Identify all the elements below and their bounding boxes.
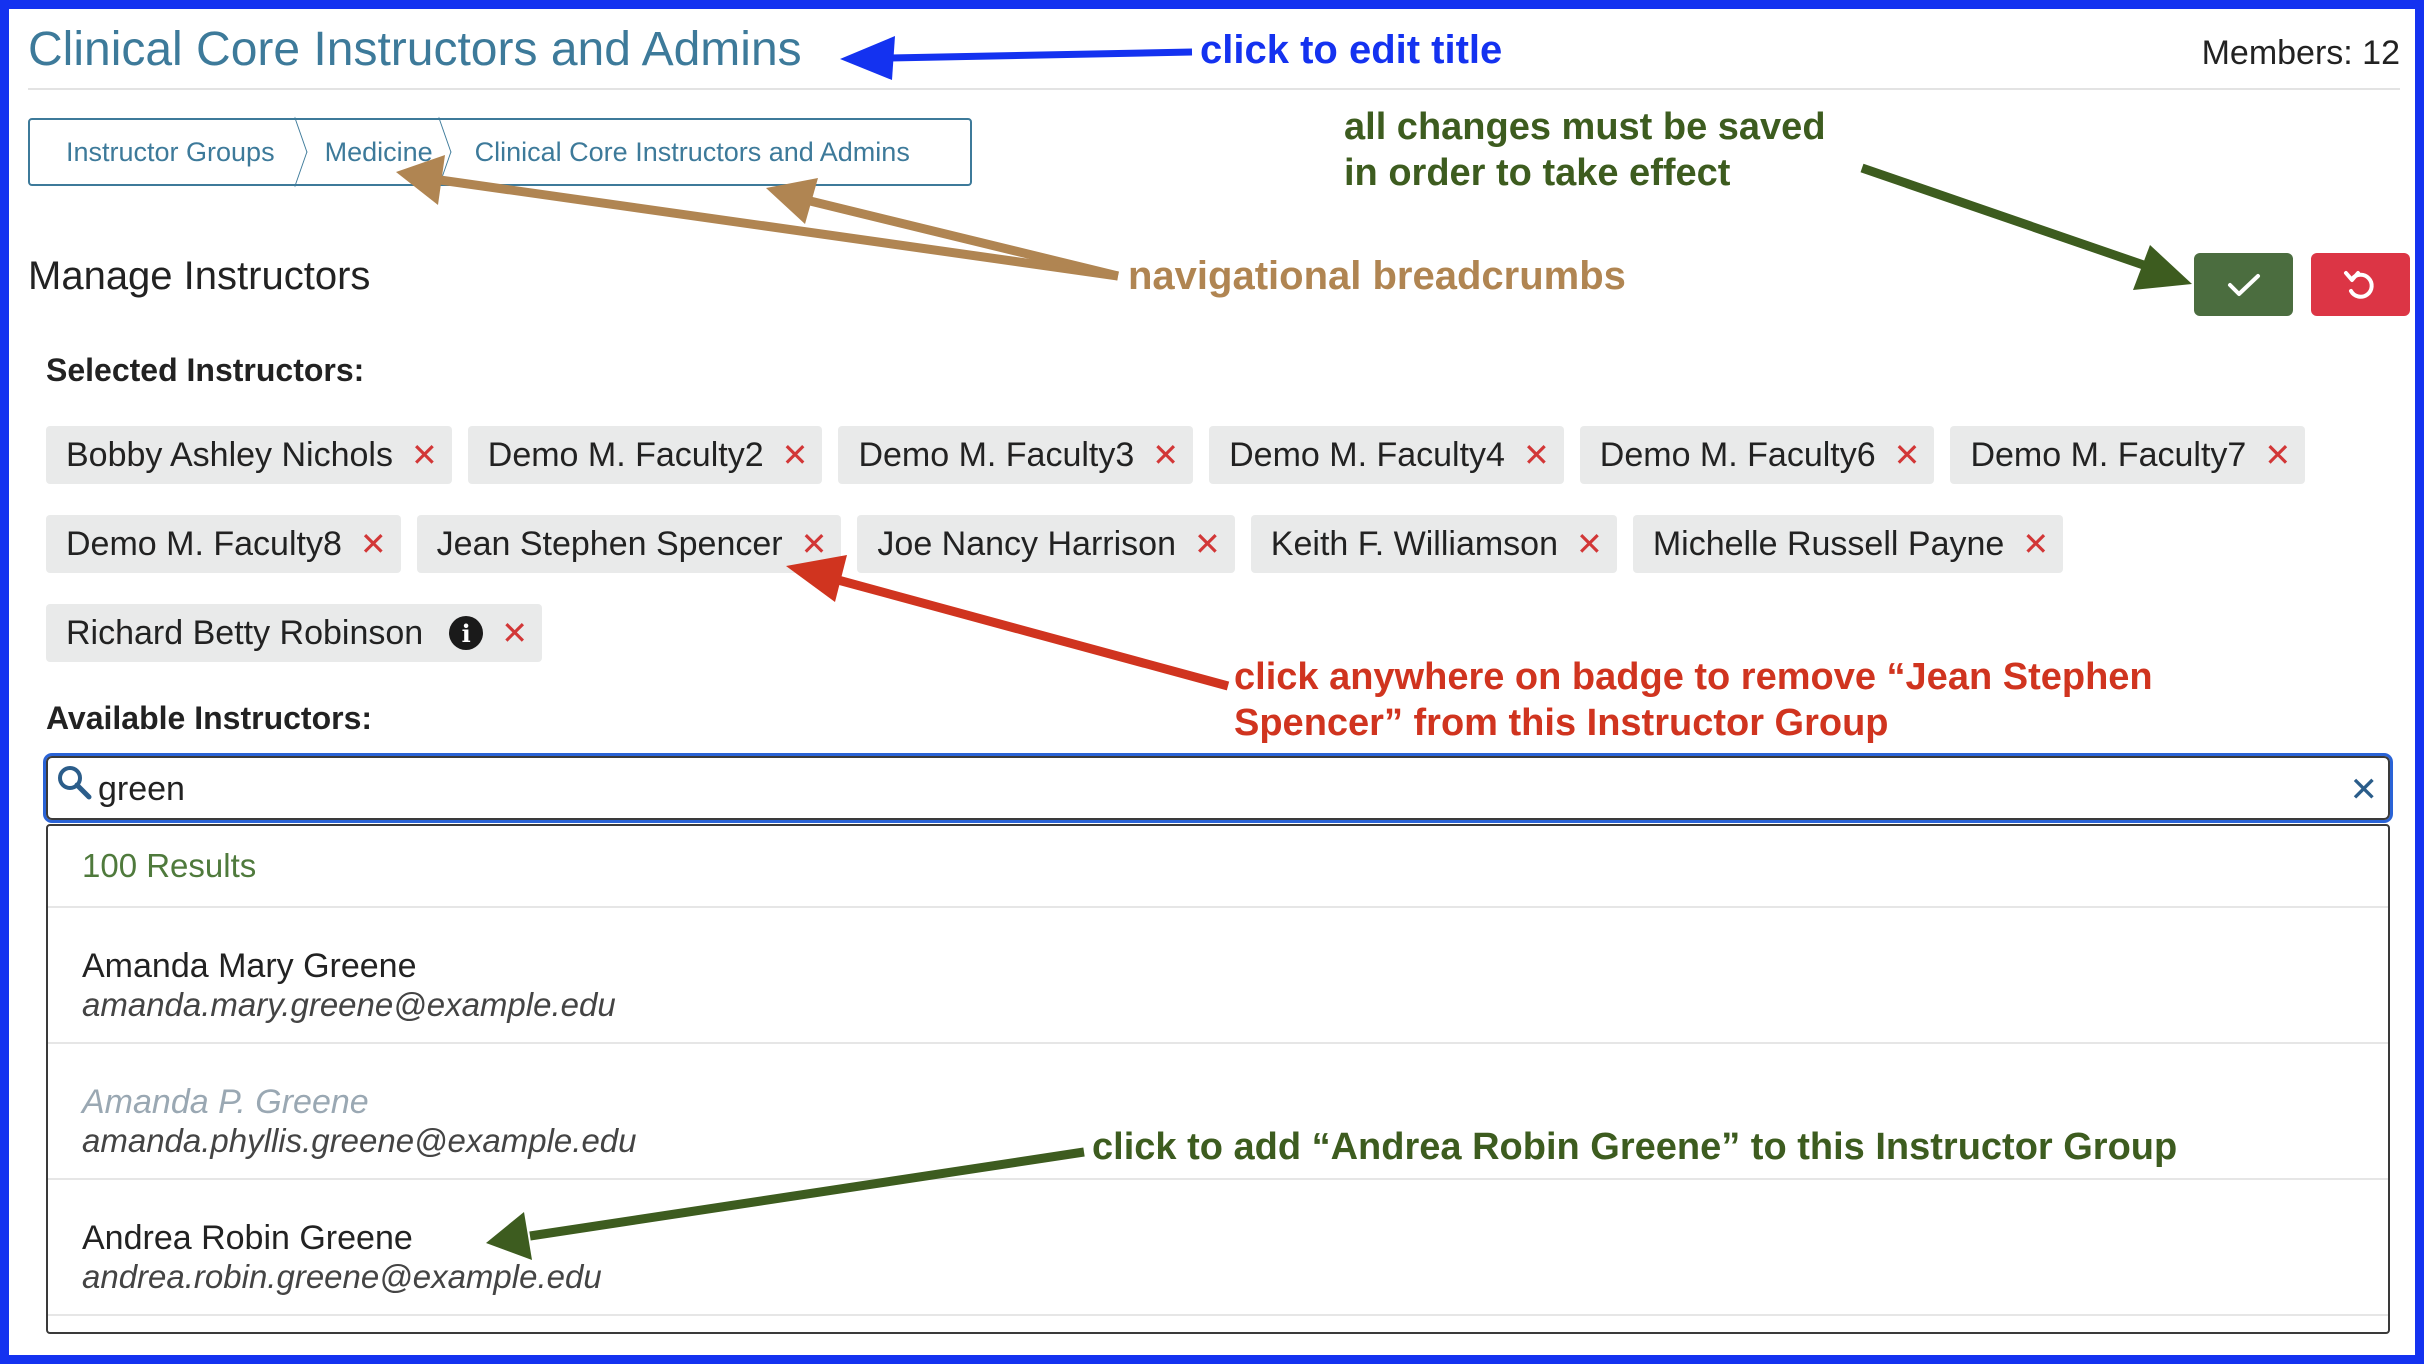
badge-label: Demo M. Faculty4 — [1229, 435, 1505, 474]
badge-label: Joe Nancy Harrison — [877, 524, 1176, 563]
result-item[interactable]: Andrea Robin Greene andrea.robin.greene@… — [48, 1180, 2388, 1316]
close-icon[interactable]: ✕ — [801, 525, 828, 563]
badge-label: Demo M. Faculty3 — [858, 435, 1135, 474]
search-icon — [58, 766, 92, 800]
available-instructors-label: Available Instructors: — [46, 700, 373, 736]
instructor-badge[interactable]: Michelle Russell Payne ✕ — [1632, 515, 2064, 573]
page-title[interactable]: Clinical Core Instructors and Admins — [28, 22, 802, 77]
undo-button[interactable] — [2311, 253, 2410, 316]
annotation-add-note: click to add “Andrea Robin Greene” to th… — [1092, 1126, 2178, 1168]
check-icon — [2227, 273, 2260, 296]
members-count: Members: 12 — [2201, 34, 2400, 72]
instructor-search: ✕ — [46, 756, 2390, 820]
close-icon[interactable]: ✕ — [1576, 525, 1603, 563]
annotation-save-line: all changes must be saved — [1344, 106, 1826, 148]
close-icon[interactable]: ✕ — [1523, 436, 1550, 474]
instructor-badge[interactable]: Demo M. Faculty4 ✕ — [1209, 426, 1564, 484]
close-icon[interactable]: ✕ — [2264, 436, 2291, 474]
annotation-remove-line: Spencer” from this Instructor Group — [1234, 702, 1889, 744]
annotation-save-note: all changes must be saved in order to ta… — [1344, 104, 1826, 196]
close-icon[interactable]: ✕ — [1194, 525, 1221, 563]
close-icon[interactable]: ✕ — [411, 436, 438, 474]
annotation-breadcrumbs: navigational breadcrumbs — [1128, 254, 1626, 298]
instructor-badge[interactable]: Keith F. Williamson ✕ — [1250, 515, 1617, 573]
selected-instructors-label: Selected Instructors: — [46, 352, 365, 388]
badge-label: Bobby Ashley Nichols — [66, 435, 393, 474]
instructor-badge[interactable]: Demo M. Faculty6 ✕ — [1579, 426, 1935, 484]
result-email: amanda.mary.greene@example.edu — [82, 986, 616, 1023]
result-item[interactable]: Amanda Mary Greene amanda.mary.greene@ex… — [48, 908, 2388, 1044]
annotation-remove-note: click anywhere on badge to remove “Jean … — [1234, 654, 2153, 746]
breadcrumb-current-group: Clinical Core Instructors and Admins — [474, 136, 910, 167]
arrow-save — [1860, 163, 2192, 290]
annotation-save-line: in order to take effect — [1344, 152, 1731, 194]
breadcrumb: Instructor Groups Medicine Clinical Core… — [28, 118, 972, 186]
result-name: Amanda P. Greene — [82, 1083, 369, 1121]
section-title: Manage Instructors — [28, 254, 371, 298]
annotation-edit-title: click to edit title — [1200, 28, 1503, 72]
badge-label: Demo M. Faculty8 — [66, 524, 342, 563]
search-results: 100 Results Amanda Mary Greene amanda.ma… — [46, 824, 2390, 1334]
undo-icon — [2343, 270, 2374, 299]
header-divider — [28, 88, 2400, 90]
save-button[interactable] — [2194, 253, 2293, 316]
breadcrumb-medicine[interactable]: Medicine — [311, 120, 455, 184]
instructor-badge[interactable]: Demo M. Faculty2 ✕ — [467, 426, 823, 484]
results-count: 100 Results — [48, 826, 2388, 908]
instructor-badge[interactable]: Joe Nancy Harrison ✕ — [857, 515, 1235, 573]
badge-label: Demo M. Faculty6 — [1599, 435, 1876, 474]
breadcrumb-instructor-groups[interactable]: Instructor Groups — [30, 120, 311, 184]
badge-label: Demo M. Faculty7 — [1970, 435, 2247, 474]
result-name: Andrea Robin Greene — [82, 1219, 413, 1257]
selected-instructors-list: Bobby Ashley Nichols ✕ Demo M. Faculty2 ✕ … — [46, 426, 2386, 693]
badge-label: Richard Betty Robinson — [66, 613, 424, 652]
instructor-badge[interactable]: Demo M. Faculty3 ✕ — [838, 426, 1194, 484]
instructor-badge[interactable]: Bobby Ashley Nichols ✕ — [46, 426, 452, 484]
annotation-remove-line: click anywhere on badge to remove “Jean … — [1234, 656, 2153, 698]
close-icon[interactable]: ✕ — [360, 525, 387, 563]
badge-label: Jean Stephen Spencer — [436, 524, 783, 563]
close-icon[interactable]: ✕ — [1894, 436, 1921, 474]
badge-label: Demo M. Faculty2 — [487, 435, 764, 474]
search-input[interactable] — [98, 766, 2298, 812]
info-icon[interactable]: i — [449, 616, 484, 650]
result-name: Amanda Mary Greene — [82, 947, 417, 985]
instructor-badge[interactable]: Demo M. Faculty7 ✕ — [1950, 426, 2306, 484]
badge-label: Keith F. Williamson — [1270, 524, 1558, 563]
arrow-edit-title — [840, 36, 1193, 80]
clear-icon[interactable]: ✕ — [2350, 770, 2379, 810]
instructor-badge[interactable]: Richard Betty Robinson i ✕ — [46, 604, 542, 662]
close-icon[interactable]: ✕ — [2022, 525, 2049, 563]
close-icon[interactable]: ✕ — [501, 614, 528, 652]
close-icon[interactable]: ✕ — [1152, 436, 1179, 474]
badge-label: Michelle Russell Payne — [1652, 524, 2005, 563]
result-email: andrea.robin.greene@example.edu — [82, 1258, 602, 1295]
instructor-badge[interactable]: Demo M. Faculty8 ✕ — [46, 515, 401, 573]
instructor-badge[interactable]: Jean Stephen Spencer ✕ — [416, 515, 842, 573]
close-icon[interactable]: ✕ — [782, 436, 809, 474]
